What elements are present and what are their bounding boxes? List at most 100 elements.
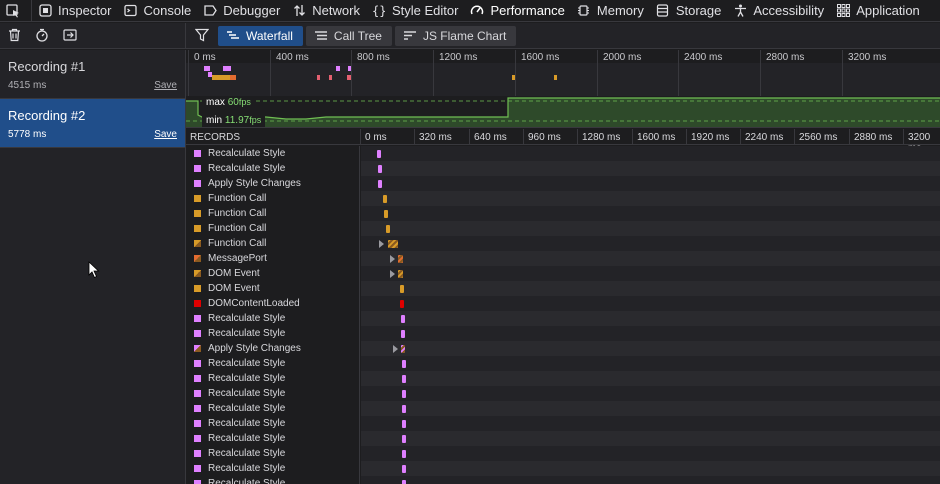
tab-waterfall[interactable]: Waterfall xyxy=(218,26,303,46)
record-color-swatch xyxy=(194,480,201,484)
waterfall-record-row[interactable]: Recalculate Style xyxy=(186,146,940,161)
record-label: Recalculate Style xyxy=(208,433,286,444)
recording-item-selected[interactable]: Recording #2 5778 ms Save xyxy=(0,99,185,148)
waterfall-record-row[interactable]: Recalculate Style xyxy=(186,386,940,401)
tab-performance[interactable]: Performance xyxy=(464,0,570,22)
waterfall-record-row[interactable]: Recalculate Style xyxy=(186,161,940,176)
waterfall-record-row[interactable]: Recalculate Style xyxy=(186,401,940,416)
waterfall-record-row[interactable]: Recalculate Style xyxy=(186,416,940,431)
flame-chart-icon xyxy=(403,31,416,40)
tab-accessibility[interactable]: Accessibility xyxy=(727,0,830,22)
expand-twisty-icon[interactable] xyxy=(390,270,395,278)
record-bar-cell xyxy=(361,266,940,281)
record-button[interactable] xyxy=(28,23,56,49)
tab-inspector[interactable]: Inspector xyxy=(32,0,117,22)
overview-markers xyxy=(186,63,940,96)
element-picker-button[interactable] xyxy=(0,0,32,22)
record-label: Function Call xyxy=(208,208,267,219)
record-color-swatch xyxy=(194,285,201,292)
waterfall-record-row[interactable]: Recalculate Style xyxy=(186,326,940,341)
record-color-swatch xyxy=(194,435,201,442)
record-color-swatch xyxy=(194,180,201,187)
record-label: Recalculate Style xyxy=(208,358,286,369)
waterfall-tick-label: 0 ms xyxy=(365,132,387,143)
tab-memory[interactable]: Memory xyxy=(571,0,650,22)
fps-unit: fps xyxy=(249,115,262,125)
record-bar-cell xyxy=(361,206,940,221)
tab-label: Accessibility xyxy=(753,3,825,18)
waterfall-record-row[interactable]: Recalculate Style xyxy=(186,446,940,461)
save-recording-link[interactable]: Save xyxy=(154,129,177,140)
record-duration-bar xyxy=(402,390,406,398)
waterfall-record-row[interactable]: Apply Style Changes xyxy=(186,176,940,191)
save-recording-link[interactable]: Save xyxy=(154,80,177,91)
waterfall-record-row[interactable]: DOM Event xyxy=(186,281,940,296)
record-duration-bar xyxy=(401,345,405,353)
waterfall-record-row[interactable]: Recalculate Style xyxy=(186,356,940,371)
record-duration-bar xyxy=(386,225,390,233)
overview-tick-label: 0 ms xyxy=(194,52,216,63)
waterfall-tick-label: 1920 ms xyxy=(691,132,730,143)
record-bar-cell xyxy=(361,281,940,296)
record-color-swatch xyxy=(194,360,201,367)
waterfall-record-row[interactable]: DOM Event xyxy=(186,266,940,281)
devtools-tab-bar: Inspector Console Debugger Network {} St… xyxy=(0,0,940,22)
waterfall-tick-label: 2560 ms xyxy=(799,132,838,143)
waterfall-record-row[interactable]: Recalculate Style xyxy=(186,371,940,386)
record-bar-cell xyxy=(361,431,940,446)
overview-tick-line xyxy=(270,50,271,96)
records-header: RECORDS xyxy=(190,132,241,143)
tab-debugger[interactable]: Debugger xyxy=(197,0,286,22)
record-color-swatch xyxy=(194,225,201,232)
marker-red xyxy=(329,75,332,80)
import-button[interactable] xyxy=(56,23,84,49)
record-label-cell: Function Call xyxy=(186,191,360,206)
tab-label: JS Flame Chart xyxy=(422,29,507,43)
record-label-cell: DOMContentLoaded xyxy=(186,296,360,311)
record-label: Recalculate Style xyxy=(208,313,286,324)
overview-tick-label: 1600 ms xyxy=(521,52,560,63)
expand-twisty-icon[interactable] xyxy=(393,345,398,353)
record-bar-cell xyxy=(361,356,940,371)
waterfall-record-row[interactable]: Function Call xyxy=(186,236,940,251)
expand-twisty-icon[interactable] xyxy=(379,240,384,248)
record-bar-cell xyxy=(361,296,940,311)
tab-storage[interactable]: Storage xyxy=(650,0,728,22)
record-label-cell: Recalculate Style xyxy=(186,416,360,431)
waterfall-record-row[interactable]: Apply Style Changes xyxy=(186,341,940,356)
tab-application[interactable]: Application xyxy=(830,0,926,22)
filter-button[interactable] xyxy=(186,23,218,49)
waterfall-tick-line xyxy=(469,129,470,145)
waterfall-record-row[interactable]: DOMContentLoaded xyxy=(186,296,940,311)
record-label: Function Call xyxy=(208,223,267,234)
waterfall-record-row[interactable]: Function Call xyxy=(186,191,940,206)
expand-twisty-icon[interactable] xyxy=(390,255,395,263)
clear-recordings-button[interactable] xyxy=(0,23,28,49)
tab-js-flame-chart[interactable]: JS Flame Chart xyxy=(394,26,517,46)
record-label: Apply Style Changes xyxy=(208,343,301,354)
tab-network[interactable]: Network xyxy=(286,0,366,22)
waterfall-record-row[interactable]: Function Call xyxy=(186,206,940,221)
tab-console[interactable]: Console xyxy=(117,0,197,22)
record-label: Recalculate Style xyxy=(208,463,286,474)
view-tabs: Waterfall Call Tree JS Flame Chart xyxy=(186,23,519,49)
tab-style-editor[interactable]: {} Style Editor xyxy=(366,0,464,22)
recording-item[interactable]: Recording #1 4515 ms Save xyxy=(0,50,185,99)
tab-call-tree[interactable]: Call Tree xyxy=(305,26,392,46)
record-color-swatch xyxy=(194,330,201,337)
waterfall-record-row[interactable]: Function Call xyxy=(186,221,940,236)
record-color-swatch xyxy=(194,240,201,247)
waterfall-record-row[interactable]: Recalculate Style xyxy=(186,311,940,326)
performance-toolbar: Waterfall Call Tree JS Flame Chart xyxy=(0,23,940,49)
waterfall-record-row[interactable]: Recalculate Style xyxy=(186,461,940,476)
timeline-overview[interactable]: 0 ms 400 ms 800 ms 1200 ms 1600 ms 2000 ms 240… xyxy=(186,50,940,128)
waterfall-record-row[interactable]: Recalculate Style xyxy=(186,431,940,446)
waterfall-record-row[interactable]: Recalculate Style xyxy=(186,476,940,484)
waterfall-record-row[interactable]: MessagePort xyxy=(186,251,940,266)
record-duration-bar xyxy=(402,435,406,443)
waterfall-tick-label: 640 ms xyxy=(474,132,507,143)
record-label-cell: DOM Event xyxy=(186,281,360,296)
record-label: MessagePort xyxy=(208,253,267,264)
record-label: Recalculate Style xyxy=(208,163,286,174)
record-duration-bar xyxy=(400,300,404,308)
